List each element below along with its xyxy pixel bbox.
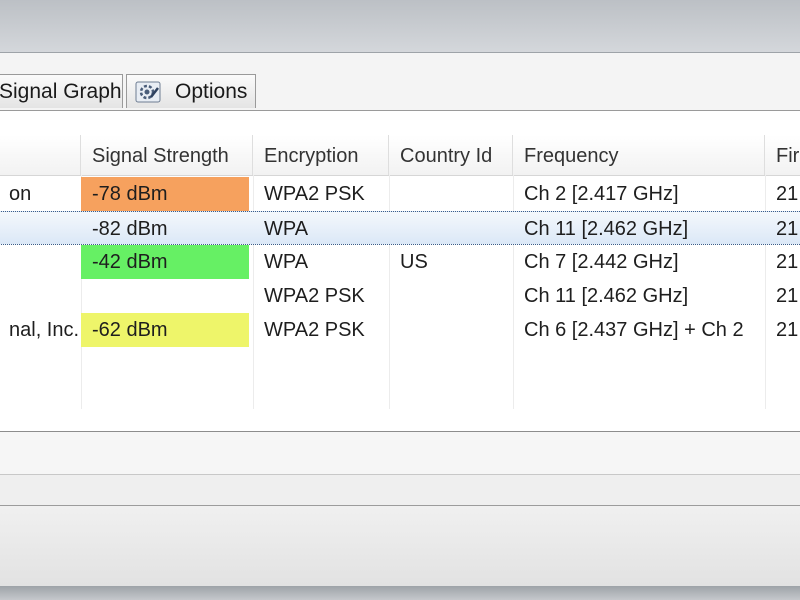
network-list-panel: Signal Strength Encryption Country Id Fr… bbox=[0, 110, 800, 432]
column-header-name[interactable] bbox=[0, 135, 81, 175]
first-seen: 21! bbox=[776, 285, 800, 307]
network-name: nal, Inc. bbox=[9, 319, 80, 341]
frequency: Ch 6 [2.437 GHz] + Ch 2 bbox=[524, 319, 744, 341]
country-id bbox=[389, 177, 513, 211]
first-seen: 21! bbox=[776, 183, 800, 205]
network-name bbox=[0, 279, 81, 313]
column-header-frequency[interactable]: Frequency bbox=[513, 135, 765, 175]
frequency: Ch 7 [2.442 GHz] bbox=[524, 251, 679, 273]
table-row[interactable]: nal, Inc. -62 dBm WPA2 PSK Ch 6 [2.437 G… bbox=[0, 313, 800, 347]
country-id bbox=[389, 212, 513, 246]
signal-strength bbox=[81, 279, 249, 313]
frequency: Ch 2 [2.417 GHz] bbox=[524, 183, 679, 205]
network-name bbox=[0, 245, 81, 279]
status-area bbox=[0, 506, 800, 586]
signal-strength: -62 dBm bbox=[81, 313, 249, 347]
country-id bbox=[389, 313, 513, 347]
app-window: Signal Graph Options Signal Strength Enc… bbox=[0, 0, 800, 600]
encryption: WPA2 PSK bbox=[264, 285, 365, 307]
signal-strength: -78 dBm bbox=[81, 177, 249, 211]
tab-options[interactable]: Options bbox=[126, 74, 256, 108]
encryption: WPA2 PSK bbox=[264, 319, 365, 341]
first-seen: 21! bbox=[776, 218, 800, 240]
network-name: on bbox=[9, 183, 32, 205]
column-header-first-seen[interactable]: Fir bbox=[765, 135, 800, 175]
encryption: WPA2 PSK bbox=[264, 183, 365, 205]
encryption: WPA bbox=[264, 251, 309, 273]
details-strip bbox=[0, 432, 800, 475]
title-bar bbox=[0, 0, 800, 53]
country-id bbox=[389, 279, 513, 313]
signal-strength: -82 dBm bbox=[92, 218, 168, 240]
table-row-selected[interactable]: -82 dBm WPA Ch 11 [2.462 GHz] 21! bbox=[0, 211, 800, 245]
encryption: WPA bbox=[264, 218, 309, 240]
tab-signal-graph-label: Signal Graph bbox=[0, 80, 122, 103]
first-seen: 21! bbox=[776, 251, 800, 273]
window-bottom-edge bbox=[0, 586, 800, 600]
gear-icon bbox=[135, 81, 161, 103]
table-row[interactable]: on -78 dBm WPA2 PSK Ch 2 [2.417 GHz] 21! bbox=[0, 177, 800, 211]
details-area bbox=[0, 475, 800, 506]
frequency: Ch 11 [2.462 GHz] bbox=[524, 285, 689, 307]
tab-options-label: Options bbox=[175, 80, 248, 103]
first-seen: 21! bbox=[776, 319, 800, 341]
table-header: Signal Strength Encryption Country Id Fr… bbox=[0, 135, 800, 176]
network-name bbox=[0, 212, 81, 246]
table-row[interactable]: WPA2 PSK Ch 11 [2.462 GHz] 21! bbox=[0, 279, 800, 313]
country-id: US bbox=[400, 251, 428, 273]
frequency: Ch 11 [2.462 GHz] bbox=[524, 218, 689, 240]
tab-signal-graph[interactable]: Signal Graph bbox=[0, 74, 123, 108]
column-header-country-id[interactable]: Country Id bbox=[389, 135, 513, 175]
table-row[interactable]: -42 dBm WPA US Ch 7 [2.442 GHz] 21! bbox=[0, 245, 800, 279]
column-header-encryption[interactable]: Encryption bbox=[253, 135, 389, 175]
column-header-signal-strength[interactable]: Signal Strength bbox=[81, 135, 253, 175]
signal-strength: -42 dBm bbox=[81, 245, 249, 279]
